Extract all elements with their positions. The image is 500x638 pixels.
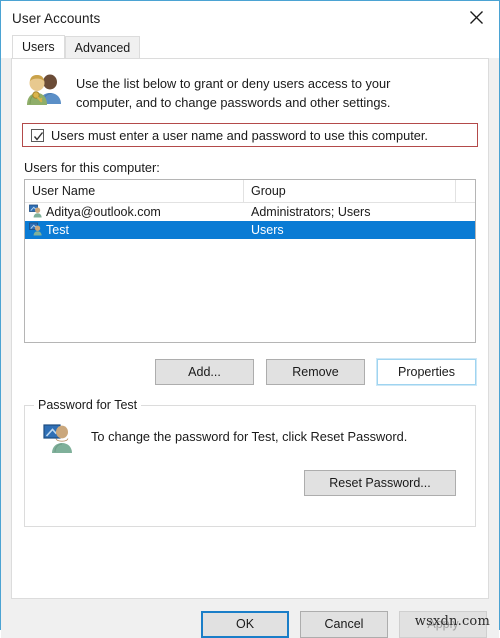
- tab-page-users: Use the list below to grant or deny user…: [11, 58, 489, 599]
- intro-text: Use the list below to grant or deny user…: [64, 71, 390, 112]
- users-key-icon: [24, 71, 64, 110]
- table-row[interactable]: Test Users: [25, 221, 475, 239]
- user-name-text: Test: [46, 223, 69, 237]
- require-password-highlight: Users must enter a user name and passwor…: [22, 123, 478, 147]
- user-accounts-dialog: User Accounts Users Advanced Use the lis…: [0, 0, 500, 638]
- checkmark-icon: [33, 131, 44, 141]
- users-list-label: Users for this computer:: [24, 160, 160, 175]
- users-list-header: User Name Group: [25, 180, 475, 203]
- watermark: wsxdn.com: [414, 614, 490, 629]
- column-header-group[interactable]: Group: [244, 180, 456, 202]
- intro-block: Use the list below to grant or deny user…: [12, 59, 488, 112]
- close-icon[interactable]: [454, 1, 499, 34]
- list-action-buttons: Add... Remove Properties: [12, 343, 488, 386]
- properties-button[interactable]: Properties: [376, 358, 477, 386]
- password-group-actions: Reset Password...: [25, 457, 475, 496]
- password-group-description: To change the password for Test, click R…: [91, 429, 408, 444]
- require-password-label[interactable]: Users must enter a user name and passwor…: [44, 128, 428, 143]
- intro-line-2: computer, and to change passwords and ot…: [76, 95, 391, 110]
- ok-button[interactable]: OK: [201, 611, 289, 638]
- intro-line-1: Use the list below to grant or deny user…: [76, 76, 391, 91]
- table-row[interactable]: Aditya@outlook.com Administrators; Users: [25, 203, 475, 221]
- tab-advanced[interactable]: Advanced: [64, 36, 141, 58]
- user-icon: [29, 204, 43, 221]
- password-group-body: To change the password for Test, click R…: [25, 406, 475, 457]
- reset-password-button[interactable]: Reset Password...: [304, 470, 456, 496]
- window-title: User Accounts: [12, 10, 101, 26]
- user-name-cell: Test: [25, 222, 244, 239]
- user-name-text: Aditya@outlook.com: [46, 205, 161, 219]
- password-group-title: Password for Test: [34, 398, 142, 412]
- cancel-button[interactable]: Cancel: [300, 611, 388, 638]
- dialog-footer: OK Cancel Apply wsxdn.com: [1, 599, 499, 638]
- title-bar: User Accounts: [1, 1, 499, 35]
- tab-strip: Users Advanced: [1, 35, 499, 58]
- require-password-checkbox[interactable]: [31, 128, 44, 142]
- user-name-cell: Aditya@outlook.com: [25, 204, 244, 221]
- tab-users[interactable]: Users: [12, 35, 65, 58]
- password-group-box: Password for Test To change the password…: [24, 398, 476, 527]
- column-header-user-name[interactable]: User Name: [25, 180, 244, 202]
- remove-button[interactable]: Remove: [266, 359, 365, 385]
- users-list[interactable]: User Name Group Aditya@outlook.com Admin…: [24, 179, 476, 343]
- user-group-cell: Users: [251, 223, 284, 237]
- add-button[interactable]: Add...: [155, 359, 254, 385]
- user-icon: [29, 222, 43, 239]
- user-group-cell: Administrators; Users: [251, 205, 371, 219]
- column-header-blank[interactable]: [456, 180, 474, 202]
- user-card-icon: [43, 422, 77, 457]
